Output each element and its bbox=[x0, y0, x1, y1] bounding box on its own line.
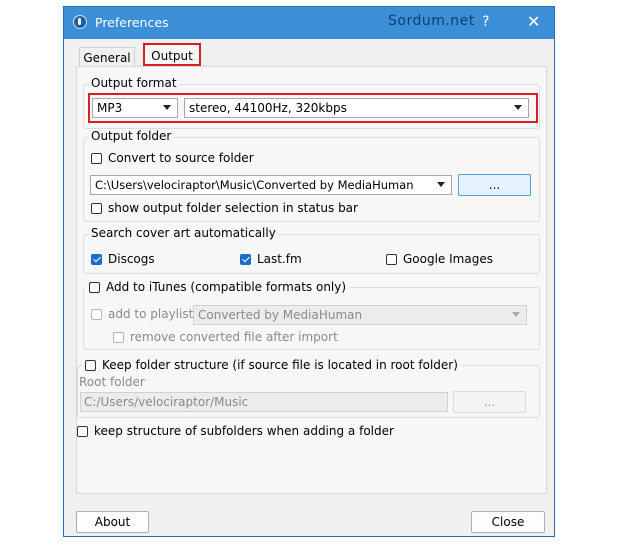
checkbox-box[interactable] bbox=[77, 425, 88, 437]
output-folder-group: Output folder Convert to source folder C… bbox=[83, 129, 540, 222]
checkbox-box[interactable] bbox=[240, 253, 251, 265]
help-icon[interactable]: ? bbox=[482, 14, 489, 30]
playlist-select: Converted by MediaHuman bbox=[193, 305, 527, 325]
quality-select[interactable]: stereo, 44100Hz, 320kbps bbox=[184, 98, 529, 118]
cover-art-group: Search cover art automatically Discogs L… bbox=[83, 226, 540, 274]
about-button[interactable]: About bbox=[76, 511, 149, 533]
cover-art-label: Search cover art automatically bbox=[89, 226, 278, 240]
output-folder-label: Output folder bbox=[89, 129, 174, 143]
checkbox-box[interactable] bbox=[386, 253, 397, 265]
discogs-label: Discogs bbox=[108, 252, 155, 266]
format-value: MP3 bbox=[97, 101, 123, 115]
status-bar-label: show output folder selection in status b… bbox=[108, 201, 358, 215]
checkbox-box[interactable] bbox=[91, 202, 102, 214]
app-icon bbox=[73, 15, 87, 29]
title-bar[interactable]: Preferences Sordum.net ? ✕ bbox=[64, 7, 554, 39]
itunes-label: Add to iTunes (compatible formats only) bbox=[106, 280, 347, 294]
output-path-select[interactable]: C:\Users\velociraptor\Music\Converted by… bbox=[90, 175, 452, 195]
preferences-window: Preferences Sordum.net ? ✕ General Outpu… bbox=[63, 6, 555, 537]
root-folder-label: Root folder bbox=[79, 375, 145, 389]
checkbox-box[interactable] bbox=[91, 152, 102, 164]
remove-after-import-checkbox: remove converted file after import bbox=[113, 330, 338, 344]
checkbox-box[interactable] bbox=[91, 253, 102, 265]
chevron-down-icon bbox=[163, 105, 171, 110]
subfolders-label: keep structure of subfolders when adding… bbox=[94, 424, 394, 438]
dialog-client: General Output Output format MP3 stereo,… bbox=[72, 40, 548, 500]
convert-to-source-checkbox[interactable]: Convert to source folder bbox=[91, 151, 254, 165]
keep-structure-label: Keep folder structure (if source file is… bbox=[102, 358, 458, 372]
quality-value: stereo, 44100Hz, 320kbps bbox=[189, 101, 347, 115]
format-select[interactable]: MP3 bbox=[92, 98, 178, 118]
watermark: Sordum.net bbox=[388, 13, 475, 29]
itunes-group: Add to iTunes (compatible formats only) … bbox=[83, 280, 540, 350]
lastfm-checkbox[interactable]: Last.fm bbox=[240, 252, 302, 266]
tab-general[interactable]: General bbox=[79, 47, 135, 68]
itunes-checkbox[interactable]: Add to iTunes (compatible formats only) bbox=[86, 280, 350, 294]
root-folder-input: C:/Users/velociraptor/Music bbox=[80, 392, 448, 412]
playlist-value: Converted by MediaHuman bbox=[198, 308, 363, 322]
output-format-label: Output format bbox=[89, 76, 179, 90]
chevron-down-icon bbox=[512, 312, 520, 317]
google-images-checkbox[interactable]: Google Images bbox=[386, 252, 493, 266]
checkbox-box bbox=[113, 331, 124, 343]
output-tab-panel: Output format MP3 stereo, 44100Hz, 320kb… bbox=[76, 66, 547, 494]
discogs-checkbox[interactable]: Discogs bbox=[91, 252, 155, 266]
google-images-label: Google Images bbox=[403, 252, 493, 266]
tab-output[interactable]: Output bbox=[143, 43, 201, 66]
browse-root-button: ... bbox=[453, 391, 526, 413]
window-title: Preferences bbox=[95, 15, 169, 30]
lastfm-label: Last.fm bbox=[257, 252, 302, 266]
chevron-down-icon bbox=[437, 182, 445, 187]
browse-output-button[interactable]: ... bbox=[458, 174, 531, 196]
status-bar-checkbox[interactable]: show output folder selection in status b… bbox=[91, 201, 358, 215]
output-format-group: Output format MP3 stereo, 44100Hz, 320kb… bbox=[83, 76, 540, 129]
keep-structure-checkbox[interactable]: Keep folder structure (if source file is… bbox=[82, 358, 461, 372]
output-path-value: C:\Users\velociraptor\Music\Converted by… bbox=[95, 178, 414, 192]
convert-to-source-label: Convert to source folder bbox=[108, 151, 254, 165]
close-icon[interactable]: ✕ bbox=[527, 12, 540, 31]
checkbox-box[interactable] bbox=[85, 359, 96, 371]
folder-structure-group: Keep folder structure (if source file is… bbox=[77, 358, 540, 418]
subfolders-checkbox[interactable]: keep structure of subfolders when adding… bbox=[77, 424, 394, 438]
checkbox-box[interactable] bbox=[89, 281, 100, 293]
close-button[interactable]: Close bbox=[471, 511, 545, 533]
remove-after-import-label: remove converted file after import bbox=[130, 330, 338, 344]
playlist-checkbox: add to playlist: bbox=[91, 307, 197, 321]
checkbox-box bbox=[91, 308, 102, 320]
chevron-down-icon bbox=[514, 105, 522, 110]
playlist-label: add to playlist: bbox=[108, 307, 198, 321]
